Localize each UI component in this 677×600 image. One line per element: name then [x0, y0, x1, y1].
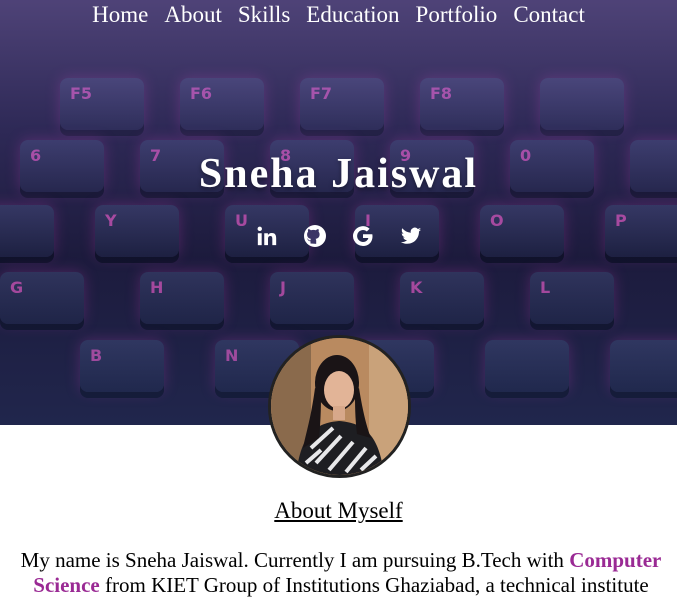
github-icon[interactable]	[302, 223, 328, 249]
key-extra	[485, 340, 569, 392]
nav-home[interactable]: Home	[92, 2, 148, 28]
key-f7: F7	[300, 78, 384, 130]
nav-education[interactable]: Education	[306, 2, 399, 28]
key-f5: F5	[60, 78, 144, 130]
key-g: G	[0, 272, 84, 324]
key-extra	[610, 340, 677, 392]
top-nav: Home About Skills Education Portfolio Co…	[0, 2, 677, 28]
key-l: L	[530, 272, 614, 324]
key-h: H	[140, 272, 224, 324]
nav-portfolio[interactable]: Portfolio	[416, 2, 498, 28]
key-f6: F6	[180, 78, 264, 130]
social-links	[0, 223, 677, 249]
nav-skills[interactable]: Skills	[238, 2, 290, 28]
key-b: B	[80, 340, 164, 392]
page-title: Sneha Jaiswal	[198, 151, 479, 197]
avatar	[268, 335, 411, 478]
about-paragraph: My name is Sneha Jaiswal. Currently I am…	[12, 548, 670, 598]
about-text-end: from KIET Group of Institutions Ghaziaba…	[99, 573, 649, 597]
key-f8: F8	[420, 78, 504, 130]
google-icon[interactable]	[350, 223, 376, 249]
nav-about[interactable]: About	[164, 2, 222, 28]
about-text-start: My name is Sneha Jaiswal. Currently I am…	[20, 548, 570, 572]
twitter-icon[interactable]	[398, 223, 424, 249]
profile-photo	[271, 338, 408, 475]
key-j: J	[270, 272, 354, 324]
key-extra	[540, 78, 624, 130]
nav-contact[interactable]: Contact	[513, 2, 585, 28]
key-k: K	[400, 272, 484, 324]
linkedin-icon[interactable]	[254, 223, 280, 249]
about-heading: About Myself	[274, 498, 403, 523]
